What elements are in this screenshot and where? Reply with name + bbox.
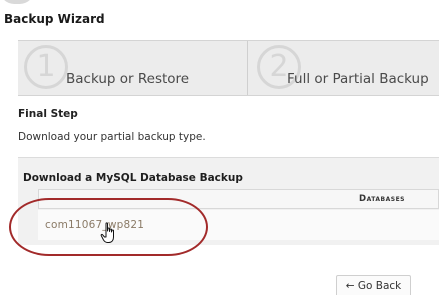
hand-pointer-icon bbox=[100, 222, 114, 243]
step-number-1-icon: 1 bbox=[24, 45, 68, 89]
go-back-button[interactable]: ← Go Back bbox=[336, 275, 411, 295]
step-backup-or-restore[interactable]: 1 Backup or Restore bbox=[18, 41, 248, 95]
final-step-description: Download your partial backup type. bbox=[18, 131, 206, 143]
step-full-or-partial-backup[interactable]: 2 Full or Partial Backup bbox=[249, 41, 439, 95]
page-title: Backup Wizard bbox=[4, 12, 105, 26]
final-step-heading: Final Step bbox=[18, 108, 78, 120]
panel-title: Download a MySQL Database Backup bbox=[23, 172, 243, 184]
step-label: Full or Partial Backup bbox=[287, 71, 429, 87]
step-label: Backup or Restore bbox=[66, 71, 190, 87]
wizard-steps: 1 Backup or Restore 2 Full or Partial Ba… bbox=[18, 40, 439, 96]
logo-fragment bbox=[0, 0, 34, 4]
column-header-label: Databases bbox=[359, 194, 405, 204]
